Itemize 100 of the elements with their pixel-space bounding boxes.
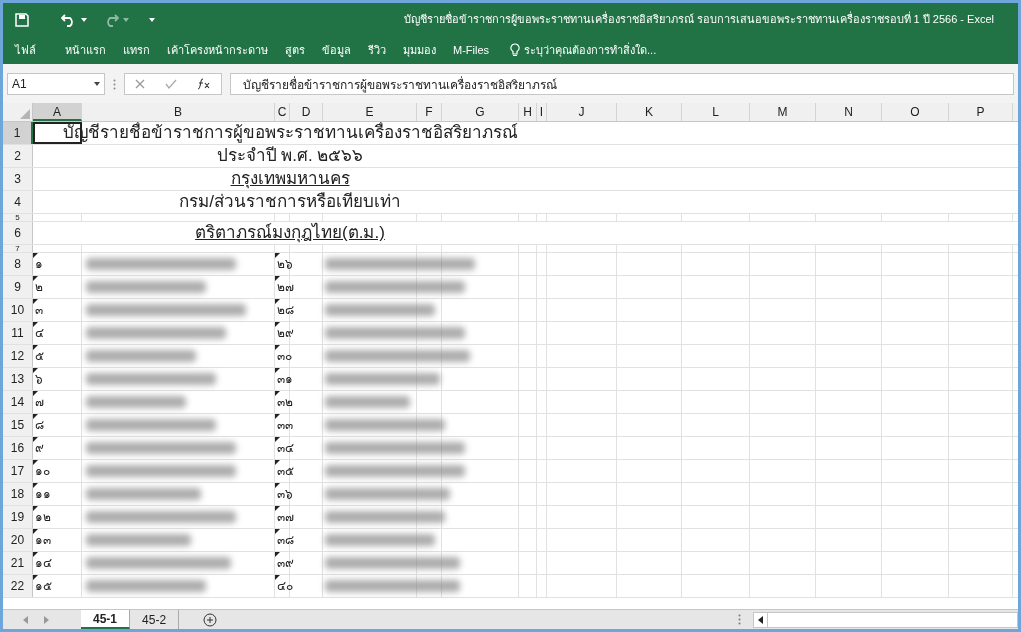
ribbon-tab[interactable]: มุมมอง [403,41,436,59]
error-indicator-icon [275,299,280,304]
number-text: ๓๕ [277,463,294,480]
error-indicator-icon [275,322,280,327]
add-sheet-icon[interactable] [203,612,218,627]
row-header[interactable]: 11 [3,322,33,344]
row-header[interactable]: 6 [3,222,33,244]
number-text: ๑ [35,256,43,273]
column-header[interactable]: D [290,103,323,121]
row-header[interactable]: 18 [3,483,33,505]
check-icon[interactable] [165,79,177,89]
number-text: ๑๑ [35,486,51,503]
triangle-icon [20,109,30,119]
dropdown-caret-icon[interactable] [81,17,87,22]
sheet-tab[interactable]: 45-2 [130,610,180,629]
number-text: ๓๒ [277,394,293,411]
error-indicator-icon [275,483,280,488]
sheet-tab[interactable]: 45-1 [81,610,131,629]
ribbon-tab[interactable]: แทรก [123,41,150,59]
ribbon-tab[interactable]: รีวิว [368,41,386,59]
column-header[interactable]: C [275,103,290,121]
column-header[interactable]: G [442,103,519,121]
row-header[interactable]: 17 [3,460,33,482]
ribbon-tab[interactable]: M-Files [453,41,490,59]
error-indicator-icon [33,345,38,350]
row-header[interactable]: 7 [3,245,33,252]
row-header[interactable]: 4 [3,191,33,213]
splitter-icon[interactable] [738,614,741,625]
number-text: ๓๙ [277,555,294,572]
error-indicator-icon [33,253,38,258]
title-text: ประจำปี พ.ศ. ๒๕๖๖ [216,145,364,168]
row-header[interactable]: 14 [3,391,33,413]
row-header[interactable]: 12 [3,345,33,367]
ribbon-tab[interactable]: ข้อมูล [322,41,351,59]
row-header[interactable]: 21 [3,552,33,574]
column-header[interactable]: O [882,103,949,121]
number-text: ๒ [35,279,43,296]
row-header[interactable]: 3 [3,168,33,190]
tell-me-field[interactable]: ระบุว่าคุณต้องการทำสิ่งใด... [524,41,665,59]
ribbon-tab[interactable]: สูตร [285,41,305,59]
row-header[interactable]: 19 [3,506,33,528]
column-header[interactable]: B [82,103,275,121]
row-header[interactable]: 10 [3,299,33,321]
column-header[interactable]: L [682,103,750,121]
window-title: บัญชีรายชื่อข้าราชการผู้ขอพระราชทานเครื่องราชอิสริยาภรณ์ รอบการเสนอขอพระราชทานเครื่องราชรอบที่ 1 ปี 2566 - Excel [403,11,994,28]
number-text: ๓๗ [277,509,294,526]
horizontal-scrollbar[interactable] [753,611,1018,628]
column-header[interactable]: N [816,103,882,121]
title-text: กรุงเทพมหานคร [230,168,350,191]
ribbon-tab[interactable]: เค้าโครงหน้ากระดาษ [167,41,268,59]
column-header[interactable]: F [417,103,442,121]
column-header[interactable]: J [547,103,617,121]
number-text: ๑๕ [35,578,52,595]
number-text: ๑๓ [35,532,51,549]
column-header[interactable]: K [617,103,682,121]
row-header[interactable]: 20 [3,529,33,551]
row-header[interactable]: 22 [3,575,33,597]
save-icon[interactable] [15,12,29,27]
error-indicator-icon [33,322,38,327]
error-indicator-icon [33,276,38,281]
error-indicator-icon [275,391,280,396]
column-header[interactable]: E [323,103,417,121]
cancel-icon[interactable] [135,79,145,89]
dropdown-caret-icon[interactable] [149,17,155,22]
row-header[interactable]: 1 [3,122,33,144]
error-indicator-icon [275,506,280,511]
number-text: ๓๐ [277,348,292,365]
number-text: ๒๗ [277,279,294,296]
number-text: ๓๔ [277,440,294,457]
insert-function-icon[interactable] [197,78,211,90]
error-indicator-icon [33,575,38,580]
row-header[interactable]: 5 [3,214,33,221]
title-text: ตริตาภรณ์มงกุฎไทย(ต.ม.) [195,221,385,245]
scroll-left-icon[interactable] [758,615,763,624]
error-indicator-icon [33,506,38,511]
number-text: ๓๘ [277,532,294,549]
ribbon-tab[interactable]: ไฟล์ [15,41,36,59]
error-indicator-icon [275,575,280,580]
title-text: กรม/ส่วนราชการหรือเทียบเท่า [179,191,401,214]
ribbon-tab[interactable]: หน้าแรก [65,41,106,59]
more-options-icon[interactable] [113,78,116,90]
column-header[interactable]: P [949,103,1013,121]
column-header[interactable]: I [537,103,547,121]
error-indicator-icon [33,552,38,557]
error-indicator-icon [33,529,38,534]
scroll-right-icon[interactable] [44,615,49,624]
row-header[interactable]: 13 [3,368,33,390]
row-header[interactable]: 16 [3,437,33,459]
row-header[interactable]: 9 [3,276,33,298]
error-indicator-icon [33,437,38,442]
column-header[interactable]: M [750,103,816,121]
formula-field[interactable]: บัญชีรายชื่อข้าราชการผู้ขอพระราชทานเครื่องราชอิสริยาภรณ์ [230,73,1014,95]
row-header[interactable]: 8 [3,253,33,275]
name-box[interactable]: A1 [7,73,105,95]
row-header[interactable]: 2 [3,145,33,167]
number-text: ๒๖ [277,256,293,273]
number-text: ๓๖ [277,486,293,503]
column-header[interactable]: H [519,103,537,121]
column-header[interactable]: A [33,103,82,121]
row-header[interactable]: 15 [3,414,33,436]
